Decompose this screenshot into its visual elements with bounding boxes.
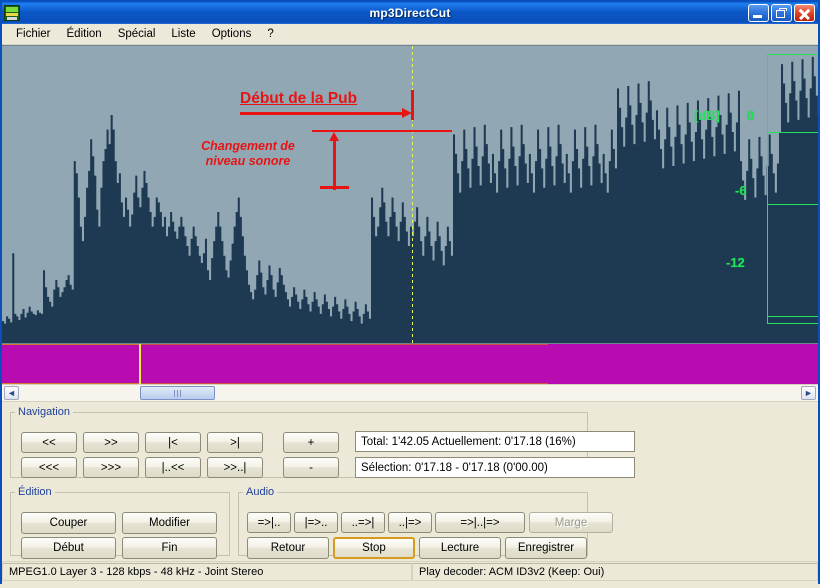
db-gridline-48: [767, 316, 818, 317]
audio-legend: Audio: [243, 486, 277, 498]
zoom-out-button[interactable]: -: [283, 457, 339, 478]
db-gridline-6: [767, 132, 818, 133]
preview-start-out-button[interactable]: =>|..: [247, 512, 291, 533]
edition-legend: Édition: [15, 486, 55, 498]
overview-region-a: [2, 344, 139, 384]
total-time-field: Total: 1'42.05 Actuellement: 0'17.18 (16…: [355, 431, 635, 452]
play-button[interactable]: Lecture: [419, 537, 501, 559]
annotation-pub-marker: [411, 90, 414, 120]
status-bar: MPEG1.0 Layer 3 - 128 kbps - 48 kHz - Jo…: [2, 561, 818, 582]
nav-end-button[interactable]: >|: [207, 432, 263, 453]
title-bar: mp3DirectCut: [2, 2, 818, 24]
db-unit-label: [dB]: [694, 108, 720, 123]
db-tick-12: -12: [726, 255, 745, 270]
return-button[interactable]: Retour: [247, 537, 329, 559]
status-decoder: Play decoder: ACM ID3v2 (Keep: Oui): [412, 563, 818, 581]
menu-item-special[interactable]: Spécial: [110, 26, 164, 42]
nav-rewind-fast-button[interactable]: <<<: [21, 457, 77, 478]
waveform-canvas: [2, 46, 818, 343]
db-gridline-12: [767, 204, 818, 205]
scrollbar-thumb[interactable]: [140, 386, 215, 400]
set-end-button[interactable]: Fin: [122, 537, 217, 559]
annotation-underline: [240, 112, 408, 115]
waveform-display[interactable]: [dB] 0 -6 -12 -48 Début de la Pub Change…: [2, 45, 818, 343]
record-button[interactable]: Enregistrer: [505, 537, 587, 559]
scroll-right-arrow-icon[interactable]: ►: [801, 386, 816, 400]
status-format: MPEG1.0 Layer 3 - 128 kbps - 48 kHz - Jo…: [2, 563, 412, 581]
overview-band[interactable]: [2, 343, 818, 384]
level-arrow-head: [329, 132, 339, 141]
menu-bar: Fichier Édition Spécial Liste Options ?: [2, 24, 818, 45]
close-button[interactable]: [794, 4, 815, 22]
nav-forward-fast-button[interactable]: >>>: [83, 457, 139, 478]
db-tick-0: 0: [747, 108, 754, 123]
navigation-group: Navigation << >> |< >| + <<< >>> |..<< >…: [10, 406, 588, 478]
set-start-button[interactable]: Début: [21, 537, 116, 559]
mp3directcut-window: mp3DirectCut Fichier Édition Spécial Lis…: [0, 0, 820, 584]
nav-next-mark-button[interactable]: >>..|: [207, 457, 263, 478]
audio-group: Audio =>|.. |=>.. ..=>| ..|=> =>|..|=> M…: [238, 486, 588, 556]
preview-end-in-button[interactable]: ..|=>: [388, 512, 432, 533]
horizontal-scrollbar[interactable]: ◄ ►: [2, 384, 818, 402]
window-title: mp3DirectCut: [2, 6, 818, 20]
level-arrow-shaft: [333, 136, 336, 190]
preview-start-in-button[interactable]: |=>..: [294, 512, 338, 533]
scroll-left-arrow-icon[interactable]: ◄: [4, 386, 19, 400]
preview-both-button[interactable]: =>|..|=>: [435, 512, 525, 533]
preview-end-out-button[interactable]: ..=>|: [341, 512, 385, 533]
cut-button[interactable]: Couper: [21, 512, 116, 534]
selection-time-field: Sélection: 0'17.18 - 0'17.18 (0'00.00): [355, 457, 635, 478]
overview-region-b: [141, 344, 548, 384]
modify-button[interactable]: Modifier: [122, 512, 217, 534]
menu-item-options[interactable]: Options: [204, 26, 260, 42]
minimize-button[interactable]: [748, 4, 769, 22]
menu-item-edition[interactable]: Édition: [59, 26, 110, 42]
overview-marker[interactable]: [139, 344, 141, 384]
nav-rewind-button[interactable]: <<: [21, 432, 77, 453]
app-icon: [4, 5, 20, 21]
stop-button[interactable]: Stop: [333, 537, 415, 559]
nav-forward-button[interactable]: >>: [83, 432, 139, 453]
nav-prev-mark-button[interactable]: |..<<: [145, 457, 201, 478]
maximize-button[interactable]: [771, 4, 792, 22]
edition-group: Édition Couper Modifier Début Fin: [10, 486, 230, 556]
menu-item-fichier[interactable]: Fichier: [8, 26, 59, 42]
nav-start-button[interactable]: |<: [145, 432, 201, 453]
margin-button: Marge: [529, 512, 613, 533]
menu-item-help[interactable]: ?: [259, 26, 281, 42]
db-tick-6: -6: [735, 183, 747, 198]
level-arrow-base: [320, 186, 349, 189]
navigation-legend: Navigation: [15, 406, 73, 418]
zoom-in-button[interactable]: +: [283, 432, 339, 453]
menu-item-liste[interactable]: Liste: [163, 26, 203, 42]
window-controls: [748, 4, 818, 22]
